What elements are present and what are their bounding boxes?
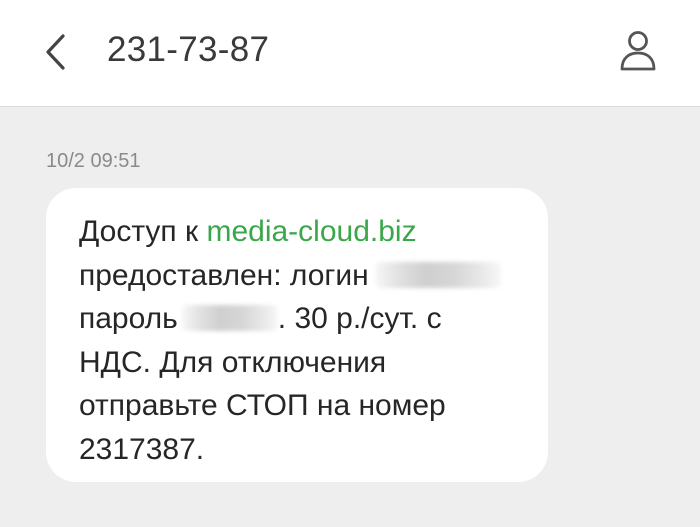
message-line: 2317387. — [79, 432, 205, 466]
message-text: . 30 р./сут. с — [277, 302, 442, 335]
message-line: Доступ к media-cloud.biz — [79, 210, 528, 254]
message-timestamp: 10/2 09:51 — [46, 150, 141, 172]
message-bubble[interactable]: Доступ к media-cloud.biz предоставлен: л… — [46, 188, 548, 482]
message-text: пароль — [79, 302, 178, 335]
message-text: предоставлен: логин — [79, 258, 369, 292]
contact-details-button[interactable] — [610, 22, 666, 78]
back-button[interactable] — [30, 26, 82, 78]
app-header: 231-73-87 — [0, 0, 700, 107]
contact-title: 231-73-87 — [107, 30, 270, 69]
message-line: предоставлен: логин — [79, 254, 528, 298]
redacted-password — [181, 305, 278, 332]
person-icon — [610, 22, 666, 78]
message-text: Доступ к — [79, 215, 207, 248]
chevron-left-icon — [30, 26, 82, 78]
message-line: отправьте СТОП на номер — [79, 389, 446, 422]
redacted-login — [374, 261, 501, 288]
message-line: пароль . 30 р./сут. с — [79, 297, 528, 341]
message-line: НДС. Для отключения — [79, 345, 387, 379]
message-link[interactable]: media-cloud.biz — [206, 215, 416, 248]
